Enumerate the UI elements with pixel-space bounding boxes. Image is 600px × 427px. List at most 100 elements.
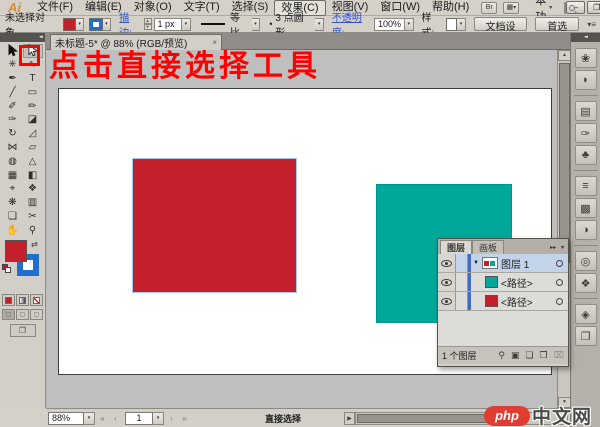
tab-layers[interactable]: 图层: [440, 240, 472, 254]
eye-icon[interactable]: [441, 260, 452, 267]
locate-object-icon[interactable]: ⚲: [498, 350, 505, 361]
draw-normal-button[interactable]: ▢: [2, 309, 15, 320]
pencil-tool[interactable]: ✏: [23, 99, 43, 113]
layer-name[interactable]: 图层 1: [501, 256, 529, 271]
artboard-tool[interactable]: ❏: [3, 210, 23, 224]
symbols-panel-icon[interactable]: ♣: [575, 145, 597, 165]
type-tool[interactable]: T: [23, 72, 43, 86]
target-circle-icon[interactable]: [556, 298, 563, 305]
layer-name[interactable]: <路径>: [501, 275, 533, 290]
fill-color-swatch[interactable]: [63, 18, 76, 31]
previous-artboard-button[interactable]: ‹: [110, 412, 121, 425]
target-circle-icon[interactable]: [556, 279, 563, 286]
eraser-tool[interactable]: ◪: [23, 113, 43, 127]
swatches-panel-icon[interactable]: ▤: [575, 101, 597, 121]
layer-row[interactable]: <路径>: [438, 292, 568, 311]
color-guide-panel-icon[interactable]: ◗: [575, 70, 597, 90]
next-artboard-button[interactable]: ›: [166, 412, 177, 425]
last-artboard-button[interactable]: »: [179, 412, 190, 425]
stroke-weight-input[interactable]: 1 px: [154, 18, 183, 31]
gradient-button[interactable]: [16, 294, 29, 306]
default-fill-stroke-icon[interactable]: [2, 264, 11, 273]
new-layer-icon[interactable]: ❐: [540, 350, 548, 361]
artboard-number-box[interactable]: 1: [125, 412, 153, 425]
new-sublayer-icon[interactable]: ❏: [525, 350, 533, 361]
paintbrush-tool[interactable]: ✐: [3, 99, 23, 113]
close-tab-icon[interactable]: ×: [212, 38, 217, 47]
pen-tool[interactable]: ✒: [3, 72, 23, 86]
perspective-grid-tool[interactable]: △: [23, 154, 43, 168]
stroke-panel-icon[interactable]: ≡: [575, 176, 597, 196]
screen-mode-button[interactable]: ❐: [10, 324, 36, 337]
dock-toggle-icon[interactable]: ≡: [591, 20, 596, 29]
red-rectangle-shape[interactable]: [132, 158, 297, 293]
preferences-button[interactable]: 首选项: [535, 17, 579, 31]
search-input[interactable]: [564, 2, 566, 14]
width-tool[interactable]: ⋈: [3, 141, 23, 155]
zoom-tool[interactable]: ⚲: [23, 223, 43, 237]
draw-behind-button[interactable]: ▢: [16, 309, 29, 320]
target-circle-icon[interactable]: [556, 260, 563, 267]
eye-icon[interactable]: [441, 298, 452, 305]
stroke-weight-dropdown[interactable]: ▾: [182, 18, 191, 31]
stepper-down-icon[interactable]: ▼: [144, 24, 152, 30]
dock-expand-icon[interactable]: ◂◂: [571, 33, 600, 42]
color-button[interactable]: [2, 294, 15, 306]
menu-type[interactable]: 文字(T): [178, 0, 226, 16]
none-button[interactable]: [30, 294, 43, 306]
lock-cell[interactable]: [456, 254, 468, 272]
free-transform-tool[interactable]: ▱: [23, 141, 43, 155]
opacity-dropdown[interactable]: ▾: [405, 18, 414, 31]
width-profile-dropdown[interactable]: ▾: [252, 18, 261, 31]
visibility-cell[interactable]: [438, 292, 456, 310]
gradient-tool[interactable]: ◧: [23, 168, 43, 182]
draw-inside-button[interactable]: ▢: [30, 309, 43, 320]
artboard-number-dropdown[interactable]: ▾: [153, 412, 164, 425]
lock-cell[interactable]: [456, 292, 468, 310]
blob-brush-tool[interactable]: ✑: [3, 113, 23, 127]
color-panel-icon[interactable]: ❀: [575, 48, 597, 68]
opacity-input[interactable]: 100%: [374, 18, 405, 31]
restore-button[interactable]: ❐: [587, 1, 600, 14]
layer-name[interactable]: <路径>: [501, 294, 533, 309]
shape-builder-tool[interactable]: ◍: [3, 154, 23, 168]
visibility-cell[interactable]: [438, 273, 456, 291]
vertical-scrollbar-thumb[interactable]: [559, 63, 570, 263]
gradient-panel-icon[interactable]: ▩: [575, 198, 597, 218]
line-segment-tool[interactable]: ╱: [3, 85, 23, 99]
zoom-level-box[interactable]: 88%: [48, 412, 84, 425]
column-graph-tool[interactable]: ▥: [23, 196, 43, 210]
blend-tool[interactable]: ❖: [23, 182, 43, 196]
panel-menu-icon[interactable]: ▾: [561, 244, 564, 251]
tab-artboards[interactable]: 画板: [472, 240, 504, 254]
zoom-level-dropdown[interactable]: ▾: [84, 412, 95, 425]
bridge-button[interactable]: Br: [481, 2, 497, 14]
layers-panel-icon[interactable]: ◈: [575, 304, 597, 324]
eye-icon[interactable]: [441, 279, 452, 286]
layer-row[interactable]: <路径>: [438, 273, 568, 292]
appearance-panel-icon[interactable]: ◎: [575, 251, 597, 271]
brushes-panel-icon[interactable]: ✑: [575, 123, 597, 143]
hand-tool[interactable]: ✋: [3, 223, 23, 237]
style-swatch[interactable]: [446, 18, 457, 31]
panel-collapse-icon[interactable]: ▸▸: [550, 244, 556, 251]
fill-color-box[interactable]: [5, 240, 27, 262]
stroke-color-swatch[interactable]: [89, 18, 102, 31]
lock-cell[interactable]: [456, 273, 468, 291]
artboards-panel-icon[interactable]: ❐: [575, 326, 597, 346]
rectangle-tool[interactable]: ▭: [23, 85, 43, 99]
first-artboard-button[interactable]: «: [97, 412, 108, 425]
graphic-styles-panel-icon[interactable]: ❖: [575, 273, 597, 293]
fill-color-dropdown[interactable]: ▾: [76, 18, 85, 31]
mesh-tool[interactable]: ▦: [3, 168, 23, 182]
make-clipping-mask-icon[interactable]: ▣: [511, 350, 520, 361]
document-setup-button[interactable]: 文档设置: [474, 17, 528, 31]
slice-tool[interactable]: ✂: [23, 210, 43, 224]
rotate-tool[interactable]: ↻: [3, 127, 23, 141]
symbol-sprayer-tool[interactable]: ❋: [3, 196, 23, 210]
swap-fill-stroke-icon[interactable]: ⇄: [31, 240, 38, 249]
menu-window[interactable]: 窗口(W): [374, 0, 426, 16]
eyedropper-tool[interactable]: ⌖: [3, 182, 23, 196]
document-tab[interactable]: 未标题-5* @ 88% (RGB/预览) ×: [50, 34, 222, 50]
style-dropdown[interactable]: ▾: [457, 18, 466, 31]
